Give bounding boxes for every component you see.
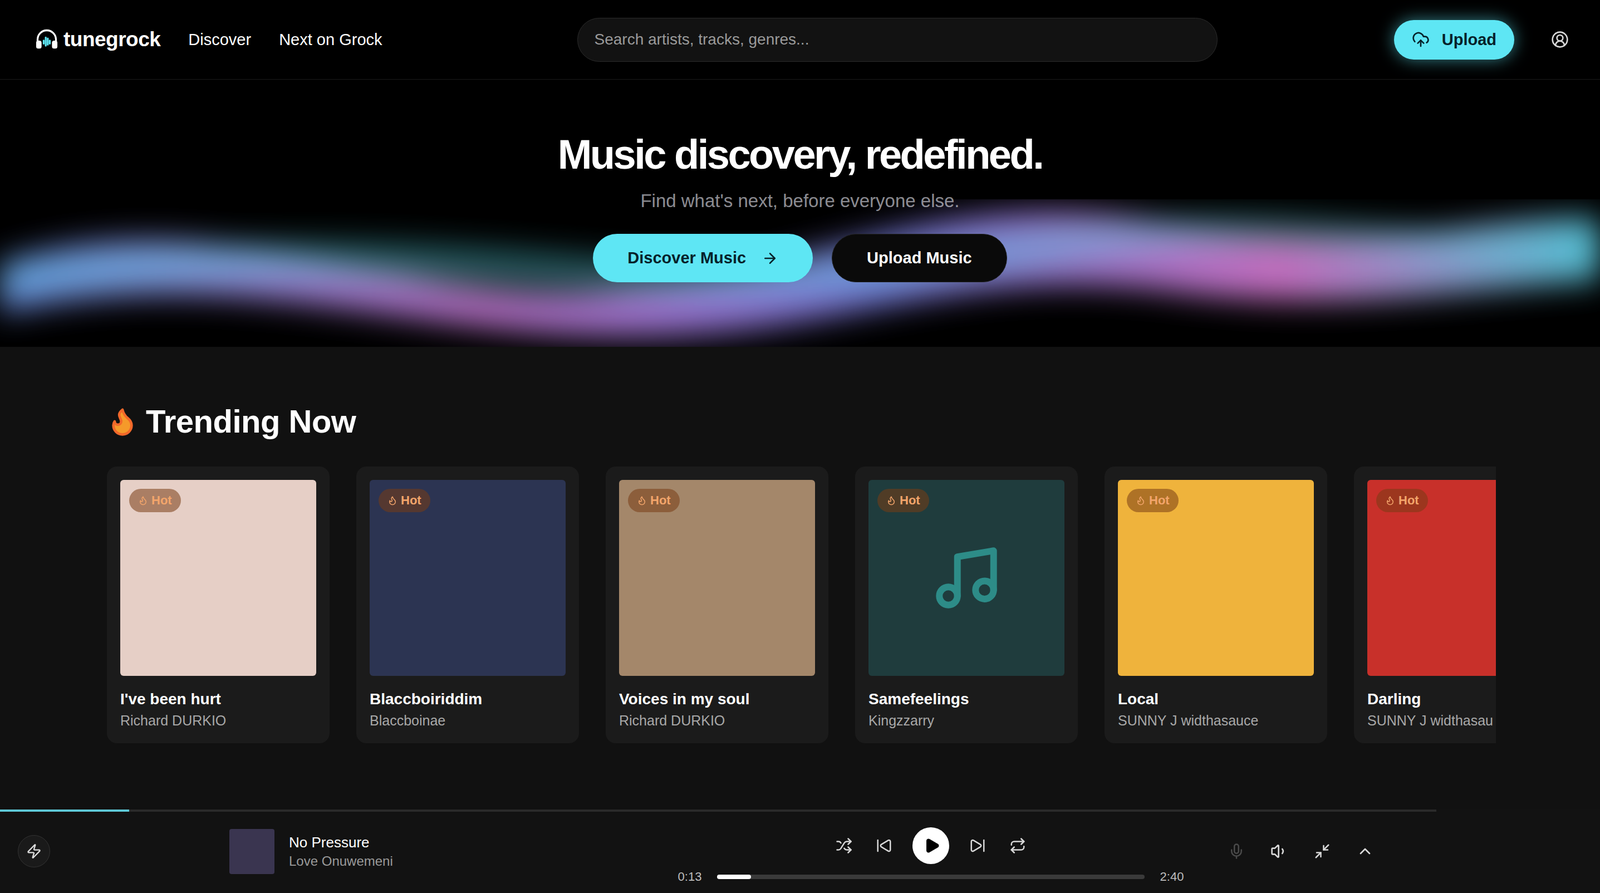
track-card[interactable]: Hot I've been hurt Richard DURKIO (106, 466, 330, 744)
track-card[interactable]: Hot Local SUNNY J widthasauce (1104, 466, 1328, 744)
flame-icon (636, 495, 647, 506)
flame-icon (138, 495, 149, 506)
logo-icon (34, 27, 60, 52)
shuffle-button[interactable] (832, 833, 856, 858)
flame-icon (1385, 495, 1396, 506)
hero-subtitle: Find what's next, before everyone else. (640, 190, 960, 212)
lightning-icon (26, 843, 42, 860)
section-title: Trending Now (106, 402, 1496, 440)
hero-button[interactable]: Upload Music (831, 233, 1008, 283)
lyrics-button[interactable] (1224, 839, 1249, 863)
player-right (1224, 838, 1378, 864)
cover-art: Hot (369, 479, 566, 676)
next-button[interactable] (965, 833, 990, 858)
track-card[interactable]: Hot Samefeelings Kingzzarry (855, 466, 1078, 744)
cover-art: Hot (868, 479, 1065, 676)
hero-title: Music discovery, redefined. (557, 130, 1043, 179)
upload-button[interactable]: Upload (1394, 20, 1515, 60)
seek-bar[interactable] (717, 874, 1145, 880)
shuffle-icon (835, 837, 853, 855)
elapsed-time: 0:13 (675, 869, 704, 885)
user-icon (1551, 30, 1569, 49)
duration-time: 2:40 (1157, 869, 1186, 885)
player-left: No PressureLove Onuwemeni (17, 828, 653, 875)
flame-icon (106, 405, 139, 438)
volume-icon (1270, 842, 1289, 861)
track-artist: Richard DURKIO (120, 712, 317, 729)
profile-button[interactable] (1547, 27, 1573, 52)
cloud-upload-icon (1411, 30, 1430, 49)
card-row: Hot I've been hurt Richard DURKIO Hot Blaccb… (106, 466, 1496, 744)
hero-actions: Discover Music Upload Music (592, 233, 1007, 283)
player-bar: No PressureLove Onuwemeni 0:13 2:40 (0, 809, 1600, 893)
music-note-icon (930, 541, 1003, 615)
repeat-button[interactable] (1005, 833, 1030, 858)
mic-icon (1228, 842, 1245, 860)
hero-button[interactable]: Discover Music (592, 233, 813, 283)
hot-badge: Hot (378, 488, 431, 513)
hot-badge: Hot (627, 488, 680, 513)
nav-link[interactable]: Next on Grock (278, 30, 382, 49)
cover-art: Hot (1367, 479, 1496, 676)
hot-badge: Hot (877, 488, 930, 513)
track-title: Blaccboiriddim (369, 690, 566, 709)
track-title: Darling (1367, 690, 1496, 709)
hero: Music discovery, redefined. Find what's n… (0, 79, 1600, 347)
flame-icon (1135, 495, 1146, 506)
cover-art: Hot (120, 479, 317, 676)
minimize-button[interactable] (1310, 839, 1334, 863)
page-progress (0, 809, 1437, 812)
repeat-icon (1009, 837, 1027, 855)
time-row: 0:13 2:40 (675, 869, 1186, 885)
arrow-right-icon (761, 249, 779, 267)
player-center: 0:13 2:40 (652, 818, 1210, 885)
logo[interactable]: tunegrock (34, 27, 161, 52)
app: tunegrock Discover Next on Grock Upload Musi… (0, 0, 1600, 893)
track-cover (229, 828, 275, 875)
volume-button[interactable] (1267, 838, 1292, 864)
now-playing-artist: Love Onuwemeni (288, 853, 394, 870)
track-artist: SUNNY J widthasau (1367, 712, 1496, 729)
hot-badge: Hot (1126, 488, 1179, 513)
track-artist: SUNNY J widthasauce (1117, 712, 1314, 729)
header: tunegrock Discover Next on Grock Upload (0, 0, 1600, 80)
hero-wave (0, 79, 1600, 347)
search-field[interactable] (577, 17, 1218, 62)
track-info: No PressureLove Onuwemeni (288, 833, 394, 870)
track-artist: Blaccboinae (369, 712, 566, 729)
track-title: Samefeelings (868, 690, 1065, 709)
now-playing-title: No Pressure (288, 833, 394, 852)
cover-art: Hot (619, 479, 816, 676)
quick-button[interactable] (17, 835, 51, 868)
hot-badge: Hot (1376, 488, 1428, 513)
track-card[interactable]: Hot Blaccboiriddim Blaccboinae (356, 466, 579, 744)
hot-badge: Hot (129, 488, 181, 513)
main: tunegrock Discover Next on Grock Upload Musi… (0, 0, 1600, 810)
trending-section: Trending Now Hot I've been hurt Richard DUR… (0, 346, 1600, 744)
track-title: I've been hurt (120, 690, 317, 709)
track-card[interactable]: Hot Darling SUNNY J widthasau (1353, 466, 1496, 744)
hero-content: Music discovery, redefined. Find what's n… (557, 130, 1043, 299)
track-artist: Kingzzarry (868, 712, 1065, 729)
track-title: Voices in my soul (619, 690, 816, 709)
controls (832, 827, 1030, 865)
chevron-up-icon (1356, 842, 1374, 861)
skip-forward-icon (969, 837, 986, 855)
nav-link[interactable]: Discover (188, 30, 252, 49)
expand-button[interactable] (1352, 838, 1378, 864)
play-icon (923, 837, 941, 855)
flame-icon (387, 495, 398, 506)
previous-button[interactable] (872, 833, 896, 858)
track-card[interactable]: Hot Voices in my soul Richard DURKIO (605, 466, 829, 744)
flame-icon (886, 495, 897, 506)
skip-back-icon (875, 837, 893, 855)
track-title: Local (1117, 690, 1314, 709)
minimize-icon (1313, 842, 1331, 860)
cover-art: Hot (1117, 479, 1314, 676)
track-artist: Richard DURKIO (619, 712, 816, 729)
play-button[interactable] (912, 827, 950, 865)
